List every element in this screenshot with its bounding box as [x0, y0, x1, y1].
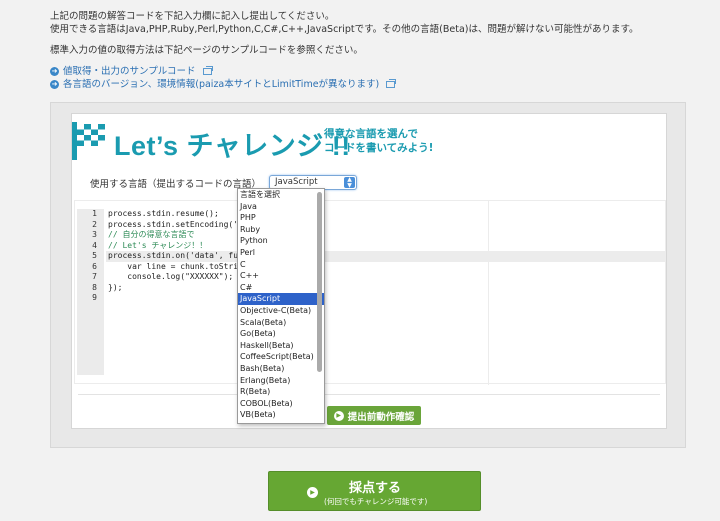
language-option[interactable]: C — [238, 259, 324, 271]
code-line[interactable]: }); — [106, 283, 666, 294]
line-number: 8 — [92, 282, 97, 292]
language-option-selected[interactable]: JavaScript — [238, 293, 324, 305]
language-option[interactable]: C# — [238, 282, 324, 294]
pre-submit-check-button[interactable]: ▶ 提出前動作確認 — [327, 406, 421, 425]
language-option[interactable]: Java — [238, 201, 324, 213]
environment-info-link[interactable]: ➜ 各言語のバージョン、環境情報(paiza本サイトとLimitTimeが異なり… — [50, 78, 397, 91]
language-option[interactable]: 言語を選択 — [238, 189, 324, 201]
dropdown-scrollbar[interactable] — [317, 192, 322, 372]
arrow-circle-icon: ➜ — [50, 80, 59, 89]
code-line[interactable]: process.stdin.resume(); — [106, 209, 666, 220]
external-link-icon — [386, 79, 397, 88]
language-option[interactable]: Erlang(Beta) — [238, 375, 324, 387]
language-dropdown-list[interactable]: 言語を選択 Java PHP Ruby Python Perl C C++ C#… — [237, 188, 325, 424]
arrow-circle-icon: ➜ — [50, 67, 59, 76]
line-number: 7 — [92, 272, 97, 281]
checkered-flag-icon — [72, 122, 105, 160]
banner-subtitle: 得意な言語を選んで コードを書いてみよう! — [324, 127, 433, 155]
code-line-active[interactable]: process.stdin.on('data', fun — [106, 251, 666, 262]
language-option[interactable]: PHP — [238, 212, 324, 224]
banner-title: Let’s チャレンジ !! — [114, 131, 351, 161]
code-line[interactable]: // 自分の得意な言語で — [106, 230, 666, 241]
line-number: 2 — [92, 219, 97, 229]
instruction-line-1: 上記の問題の解答コードを下記入力欄に記入し提出してください。 — [50, 11, 335, 22]
language-select-value: JavaScript — [275, 177, 318, 187]
select-arrows-icon: ▲ ▼ — [344, 177, 356, 188]
line-number: 4 — [92, 240, 97, 250]
line-number: 5 — [92, 251, 97, 260]
code-line[interactable]: console.log("XXXXXX"); — [106, 272, 666, 283]
submit-button-sublabel: (何回でもチャレンジ可能です) — [324, 497, 428, 506]
language-option[interactable]: VB(Beta) — [238, 409, 324, 421]
instruction-line-3: 標準入力の値の取得方法は下記ページのサンプルコードを参照ください。 — [50, 45, 363, 56]
sample-code-link-label[interactable]: 値取得・出力のサンプルコード — [63, 65, 196, 78]
code-line[interactable]: process.stdin.setEncoding('u — [106, 220, 666, 231]
submit-button-label: 採点する — [349, 481, 402, 496]
reference-links: ➜ 値取得・出力のサンプルコード ➜ 各言語のバージョン、環境情報(paiza本… — [50, 65, 397, 91]
banner-subtitle-line-1: 得意な言語を選んで — [324, 128, 418, 140]
play-circle-icon: ▶ — [333, 410, 344, 421]
line-number: 9 — [92, 293, 97, 302]
line-number: 1 — [92, 209, 97, 218]
code-line[interactable]: // Let's チャレンジ！！ — [106, 241, 666, 252]
language-option[interactable]: Haskell(Beta) — [238, 340, 324, 352]
language-option[interactable]: Bash(Beta) — [238, 363, 324, 375]
environment-info-link-label[interactable]: 各言語のバージョン、環境情報(paiza本サイトとLimitTimeが異なります… — [63, 78, 379, 91]
sample-code-link[interactable]: ➜ 値取得・出力のサンプルコード — [50, 65, 395, 78]
challenge-panel: Let’s チャレンジ !! 得意な言語を選んで コードを書いてみよう! 使用す… — [71, 113, 667, 429]
language-option[interactable]: Objective-C(Beta) — [238, 305, 324, 317]
submit-button[interactable]: ▶ 採点する (何回でもチャレンジ可能です) — [268, 471, 481, 511]
challenge-container: Let’s チャレンジ !! 得意な言語を選んで コードを書いてみよう! 使用す… — [50, 102, 686, 448]
code-line[interactable]: var line = chunk.toStrin — [106, 262, 666, 273]
external-link-icon — [202, 66, 213, 75]
language-option[interactable]: Go(Beta) — [238, 328, 324, 340]
code-area[interactable]: process.stdin.resume(); process.stdin.se… — [106, 209, 666, 293]
play-circle-icon: ▶ — [307, 487, 318, 498]
line-number-gutter: 1 2 3 4 5 6 7 8 9 — [77, 209, 104, 375]
instructions: 上記の問題の解答コードを下記入力欄に記入し提出してください。 使用できる言語はJ… — [50, 10, 639, 57]
pre-submit-check-label: 提出前動作確認 — [347, 411, 415, 423]
banner-subtitle-line-2: コードを書いてみよう! — [324, 142, 434, 154]
instruction-line-2: 使用できる言語はJava,PHP,Ruby,Perl,Python,C,C#,C… — [50, 24, 639, 35]
language-option[interactable]: Scala(Beta) — [238, 317, 324, 329]
code-editor[interactable]: 1 2 3 4 5 6 7 8 9 process.stdin.resume()… — [74, 200, 666, 385]
language-label: 使用する言語（提出するコードの言語） — [90, 178, 262, 190]
language-option[interactable]: Perl — [238, 247, 324, 259]
divider — [78, 394, 660, 395]
language-option[interactable]: Ruby — [238, 224, 324, 236]
line-number: 3 — [92, 230, 97, 239]
language-option[interactable]: CoffeeScript(Beta) — [238, 351, 324, 363]
line-number: 6 — [92, 261, 97, 271]
language-option[interactable]: COBOL(Beta) — [238, 398, 324, 410]
language-option[interactable]: C++ — [238, 270, 324, 282]
language-option[interactable]: R(Beta) — [238, 386, 324, 398]
language-option[interactable]: Python — [238, 235, 324, 247]
